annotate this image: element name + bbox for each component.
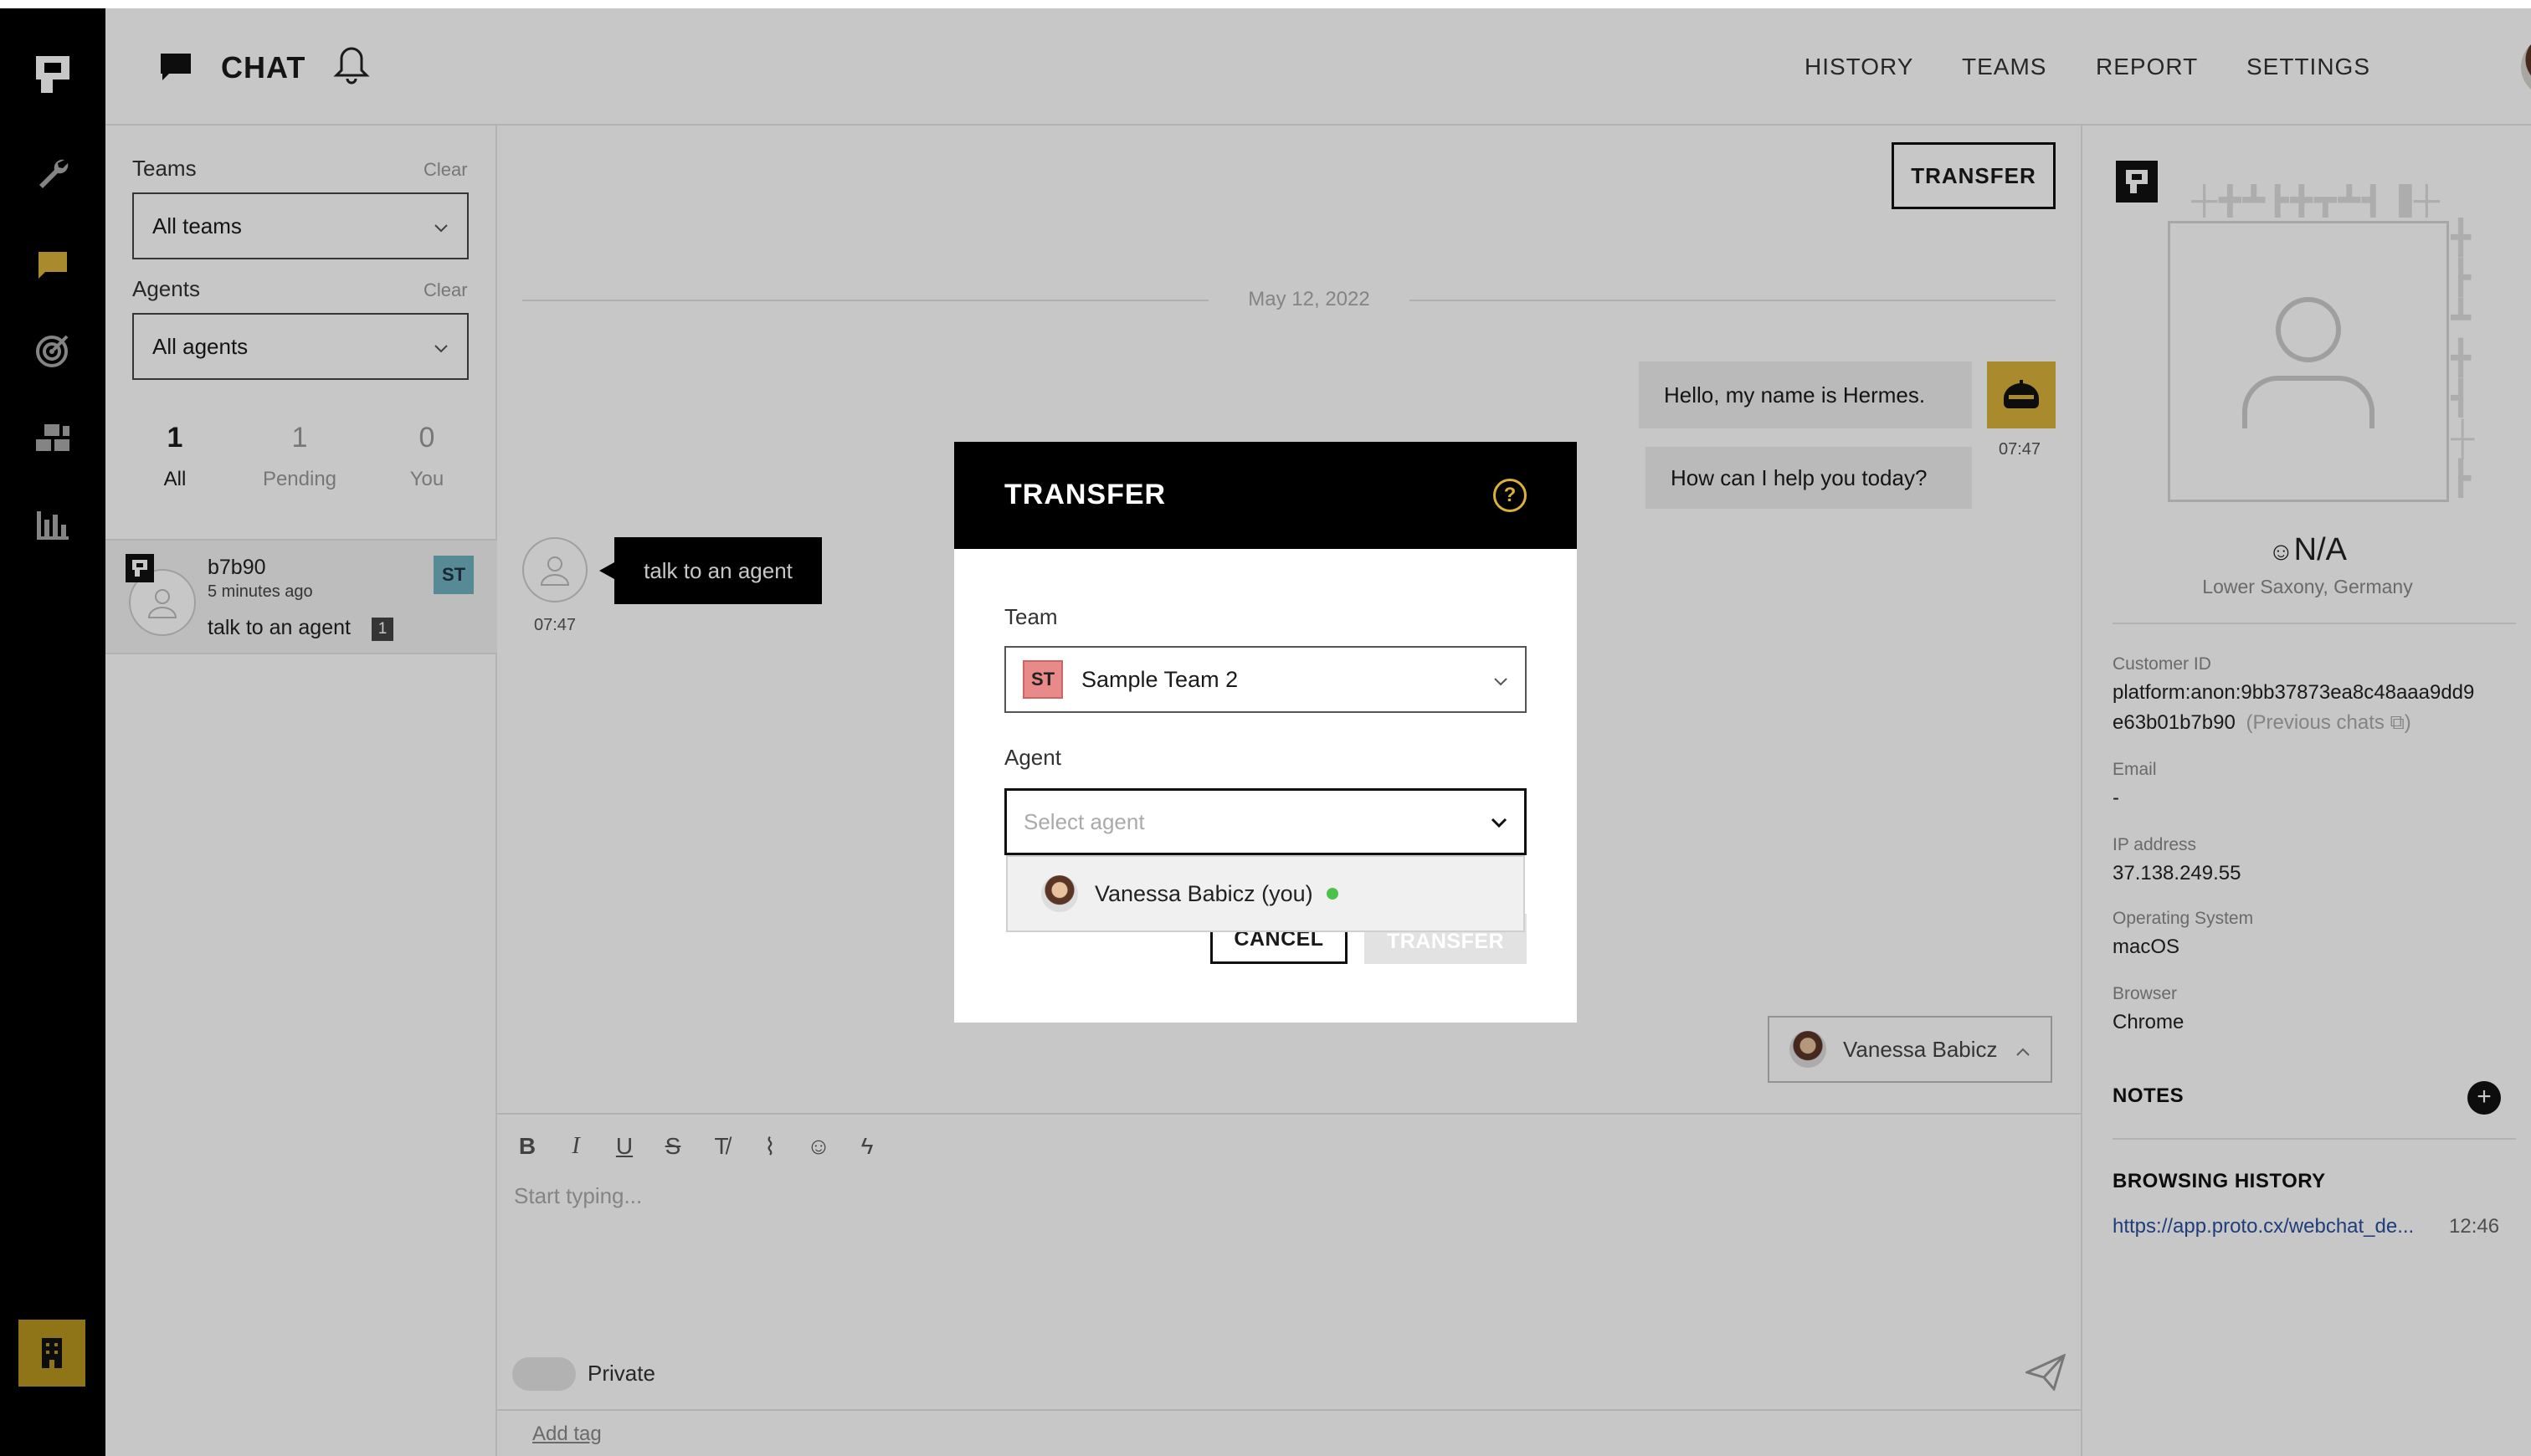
modal-title: TRANSFER xyxy=(1004,479,1167,510)
team-label: Team xyxy=(1004,604,1058,629)
agent-select[interactable]: Select agent xyxy=(1004,788,1527,855)
help-icon[interactable]: ? xyxy=(1493,479,1527,512)
transfer-modal: TRANSFER ? Team ST Sample Team 2 Agent S… xyxy=(954,442,1577,1023)
agent-label: Agent xyxy=(1004,745,1061,770)
modal-header: TRANSFER ? xyxy=(954,442,1577,549)
team-select[interactable]: ST Sample Team 2 xyxy=(1004,646,1527,713)
team-select-value: Sample Team 2 xyxy=(1081,666,1239,692)
agent-select-placeholder: Select agent xyxy=(1024,808,1145,834)
team-badge: ST xyxy=(1023,660,1063,699)
agent-option-avatar xyxy=(1041,875,1078,912)
agent-dropdown-option[interactable]: Vanessa Babicz (you) xyxy=(1006,855,1525,932)
window-top-strip xyxy=(0,0,2531,8)
chevron-down-icon xyxy=(1491,809,1507,835)
chevron-down-icon xyxy=(1493,667,1508,693)
agent-option-name: Vanessa Babicz (you) xyxy=(1095,880,1313,906)
online-status-dot xyxy=(1326,888,1338,900)
